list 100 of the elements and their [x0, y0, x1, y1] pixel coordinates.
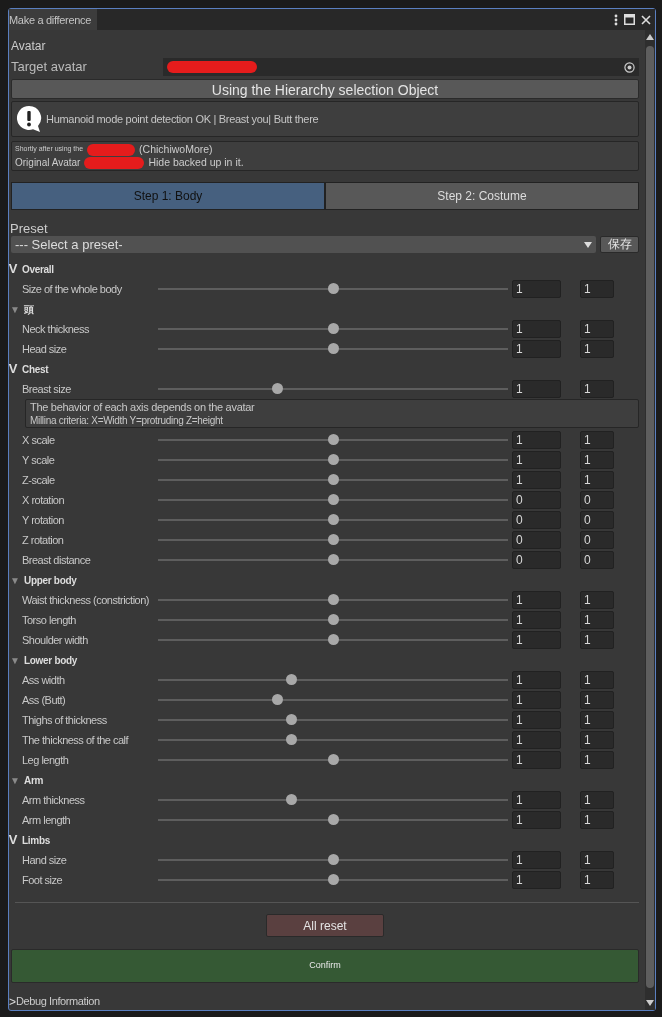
number-field[interactable]: 1	[580, 471, 614, 489]
info-text: Original Avatar	[15, 156, 81, 170]
number-field[interactable]: 0	[512, 551, 561, 569]
slider-thumb[interactable]	[328, 754, 339, 765]
slider-thumb[interactable]	[328, 854, 339, 865]
foldout-toggle[interactable]: V	[7, 359, 19, 379]
number-field[interactable]: 1	[580, 340, 614, 358]
number-field[interactable]: 1	[580, 631, 614, 649]
scroll-down-icon[interactable]	[646, 1000, 654, 1006]
number-field[interactable]: 1	[512, 380, 561, 398]
number-field[interactable]: 1	[512, 320, 561, 338]
number-field[interactable]: 1	[512, 691, 561, 709]
slider-thumb[interactable]	[328, 494, 339, 505]
number-field[interactable]: 1	[580, 451, 614, 469]
section-title: Limbs	[22, 833, 50, 848]
slider-label: Y rotation	[22, 512, 65, 528]
number-field[interactable]: 1	[580, 591, 614, 609]
number-field[interactable]: 1	[512, 280, 561, 298]
foldout-toggle[interactable]: V	[7, 830, 19, 850]
number-field[interactable]: 1	[580, 320, 614, 338]
number-field[interactable]: 1	[512, 871, 561, 889]
help-message: Humanoid mode point detection OK | Breast you| Butt there	[46, 111, 319, 127]
number-field[interactable]: 0	[512, 511, 561, 529]
slider-thumb[interactable]	[286, 674, 297, 685]
number-field[interactable]: 1	[512, 751, 561, 769]
number-field[interactable]: 1	[512, 811, 561, 829]
slider-thumb[interactable]	[328, 534, 339, 545]
number-field[interactable]: 0	[580, 511, 614, 529]
foldout-toggle[interactable]: V	[7, 259, 19, 279]
slider-thumb[interactable]	[286, 794, 297, 805]
number-field[interactable]: 0	[580, 531, 614, 549]
number-field[interactable]: 1	[580, 811, 614, 829]
foldout-toggle[interactable]: >	[9, 992, 16, 1011]
maximize-icon[interactable]	[624, 14, 635, 25]
target-icon[interactable]	[624, 61, 635, 73]
number-field[interactable]: 1	[512, 471, 561, 489]
slider-thumb[interactable]	[328, 594, 339, 605]
number-field[interactable]: 0	[580, 551, 614, 569]
section-title: Overall	[22, 262, 54, 277]
more-icon[interactable]	[614, 13, 618, 26]
slider-thumb[interactable]	[328, 323, 339, 334]
number-field[interactable]: 0	[512, 491, 561, 509]
number-field[interactable]: 1	[512, 731, 561, 749]
slider-thumb[interactable]	[286, 714, 297, 725]
slider-thumb[interactable]	[328, 283, 339, 294]
note-text: The behavior of each axis depends on the avatar	[30, 401, 256, 414]
number-field[interactable]: 1	[580, 751, 614, 769]
slider-label: X rotation	[22, 492, 66, 508]
number-field[interactable]: 1	[512, 340, 561, 358]
slider-thumb[interactable]	[272, 694, 283, 705]
hierarchy-button[interactable]: Using the Hierarchy selection Object	[11, 79, 639, 99]
number-field[interactable]: 1	[512, 671, 561, 689]
number-field[interactable]: 1	[580, 791, 614, 809]
slider-label: Z rotation	[22, 532, 65, 548]
number-field[interactable]: 1	[580, 691, 614, 709]
number-field[interactable]: 1	[580, 871, 614, 889]
number-field[interactable]: 1	[512, 451, 561, 469]
number-field[interactable]: 1	[580, 431, 614, 449]
close-icon[interactable]	[641, 14, 651, 25]
number-field[interactable]: 1	[580, 611, 614, 629]
slider-thumb[interactable]	[328, 634, 339, 645]
number-field[interactable]: 1	[512, 631, 561, 649]
slider-thumb[interactable]	[328, 614, 339, 625]
section-title: 頭	[24, 302, 34, 317]
slider-thumb[interactable]	[286, 734, 297, 745]
scroll-up-icon[interactable]	[646, 34, 654, 40]
slider-thumb[interactable]	[328, 554, 339, 565]
preset-dropdown[interactable]: --- Select a preset-	[11, 236, 596, 253]
confirm-button[interactable]: Confirm	[11, 949, 639, 983]
slider-thumb[interactable]	[272, 383, 283, 394]
number-field[interactable]: 0	[512, 531, 561, 549]
slider-thumb[interactable]	[328, 474, 339, 485]
slider-thumb[interactable]	[328, 874, 339, 885]
number-field[interactable]: 1	[512, 431, 561, 449]
number-field[interactable]: 1	[580, 851, 614, 869]
slider-label: Torso length	[22, 612, 77, 628]
number-field[interactable]: 1	[512, 791, 561, 809]
number-field[interactable]: 1	[580, 671, 614, 689]
object-field[interactable]	[163, 58, 639, 76]
number-field[interactable]: 1	[512, 851, 561, 869]
slider-thumb[interactable]	[328, 454, 339, 465]
scrollbar-thumb[interactable]	[646, 46, 654, 988]
slider-thumb[interactable]	[328, 814, 339, 825]
reset-button[interactable]: All reset	[266, 914, 384, 937]
slider-label: Size of the whole body	[22, 281, 123, 297]
slider-thumb[interactable]	[328, 514, 339, 525]
number-field[interactable]: 1	[580, 380, 614, 398]
number-field[interactable]: 1	[512, 711, 561, 729]
slider-thumb[interactable]	[328, 343, 339, 354]
number-field[interactable]: 1	[580, 280, 614, 298]
number-field[interactable]: 0	[580, 491, 614, 509]
number-field[interactable]: 1	[580, 731, 614, 749]
number-field[interactable]: 1	[512, 591, 561, 609]
number-field[interactable]: 1	[512, 611, 561, 629]
window-tab[interactable]: Make a difference	[9, 9, 98, 30]
slider-thumb[interactable]	[328, 434, 339, 445]
step-tab[interactable]: Step 2: Costume	[325, 182, 639, 210]
number-field[interactable]: 1	[580, 711, 614, 729]
save-button[interactable]: 保存	[600, 236, 639, 253]
section-title: Chest	[22, 362, 49, 377]
